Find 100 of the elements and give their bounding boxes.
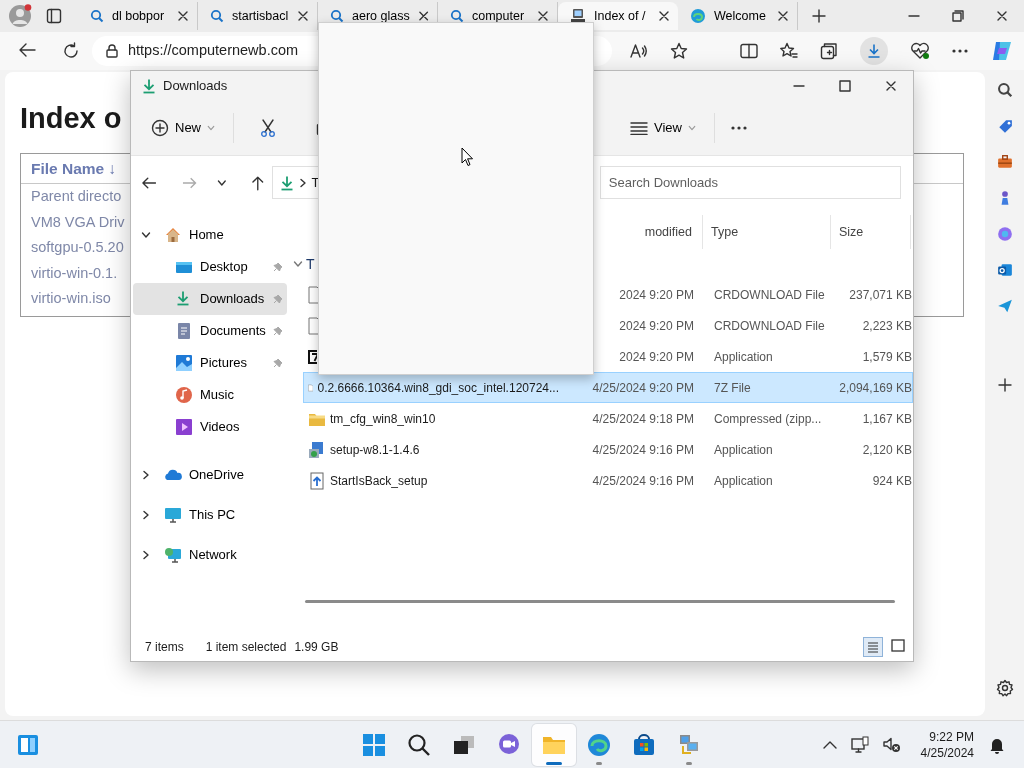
muted-volume-icon[interactable] [882,736,901,753]
nav-item[interactable]: OneDrive [133,459,287,491]
file-link[interactable]: Parent directo [31,188,122,205]
recent-locations-icon[interactable] [217,177,228,188]
nav-item[interactable]: Music [133,379,287,411]
group-header[interactable]: T [306,253,315,275]
downloads-button[interactable] [860,37,888,65]
favorites-icon[interactable] [780,42,798,60]
details-view-button[interactable] [863,637,883,657]
close-icon [177,10,189,22]
new-button[interactable]: New [143,110,223,146]
search-field[interactable]: Search Downloads [599,166,901,199]
new-tab-icon[interactable] [812,9,826,23]
chevron-icon [141,470,151,480]
more-icon[interactable] [731,126,747,130]
nav-item[interactable]: Documents [133,315,287,347]
toolbox-icon[interactable] [996,154,1013,170]
network-computers-icon [677,732,701,757]
network-status-icon[interactable] [850,735,869,754]
chevron-icon [293,259,303,269]
close-icon [777,10,789,22]
restore-icon[interactable] [952,10,964,22]
split-screen-icon[interactable] [740,43,758,59]
add-icon[interactable] [997,378,1012,392]
nav-item[interactable]: Desktop [133,251,287,283]
installer-icon [308,471,326,490]
date-cell-text: 4/25/2024 9:16 PM [591,441,695,459]
search-icon [210,9,224,23]
scissors-icon[interactable] [260,119,276,137]
file-row[interactable]: tm_cfg_win8_win10 4/25/2024 9:18 PM Compressed (zipp... 1,167 KB [303,403,913,434]
file-row[interactable]: StartIsBack_setup 4/25/2024 9:16 PM Application 924 KB [303,465,913,496]
chevron-icon [300,177,307,188]
close-icon[interactable] [996,10,1008,22]
house-icon [164,226,182,244]
browser-tab[interactable]: Index of / [558,2,678,30]
nav-item[interactable]: Home [133,219,287,251]
send-icon[interactable] [996,298,1013,314]
size-cell-text: 1,579 KB [861,348,912,366]
nav-item[interactable]: Pictures [133,347,287,379]
column-header[interactable]: Type [711,222,739,242]
close-icon [297,10,309,22]
view-button[interactable]: View [622,110,704,146]
monitor-icon [164,506,182,524]
caret-icon [207,124,215,132]
search-icon [450,9,464,23]
nav-item[interactable]: This PC [133,499,287,531]
store-icon [632,732,656,757]
copilot-icon[interactable] [990,39,1014,63]
app-circle-icon[interactable] [996,226,1013,242]
nav-item[interactable]: Videos [133,411,287,443]
read-aloud-icon[interactable] [630,43,648,59]
clock[interactable]: 9:22 PM 4/25/2024 [920,728,974,761]
more-icon[interactable] [952,49,968,53]
nav-item[interactable]: Network [133,539,287,571]
column-header[interactable]: Size [839,222,864,242]
maximize-icon[interactable] [839,80,851,92]
date-cell-text: 4/25/2024 9:18 PM [591,410,695,428]
favorite-icon[interactable] [670,42,688,60]
folder-button[interactable] [532,723,576,766]
back-icon[interactable] [18,42,36,58]
caret-icon [688,124,696,132]
tiles-view-button[interactable] [889,637,907,655]
up-icon[interactable] [250,174,265,191]
date-cell-text: 2024 9:20 PM [618,317,695,335]
size-cell-text: 2,223 KB [861,317,912,335]
search-icon[interactable] [996,82,1013,98]
back-icon[interactable] [141,175,157,190]
close-icon[interactable] [885,80,897,92]
tab-actions-icon[interactable] [46,8,62,24]
refresh-icon[interactable] [62,42,80,60]
installer-icon [308,440,326,459]
browser-tab[interactable]: dl bobpor [78,2,198,30]
column-header[interactable]: modified [644,222,692,242]
file-row[interactable]: setup-w8.1-1.4.6 4/25/2024 9:16 PM Application 2,120 KB [303,434,913,465]
nav-item[interactable]: Downloads [133,283,287,315]
document-icon [175,322,193,340]
widgets-icon[interactable] [17,733,39,756]
file-row[interactable]: 0.2.6666.10364.win8_gdi_soc_intel.120724... 4/25/2024 9:20 PM 7Z File 2,094,169 KB [303,372,913,403]
show-hidden-icons-icon[interactable] [822,739,837,750]
collections-icon[interactable] [820,42,838,60]
search-icon [90,9,104,23]
profile-avatar[interactable] [8,4,32,28]
video-icon [175,418,193,436]
browser-tab[interactable]: startisbacl [198,2,318,30]
file-link[interactable]: virtio-win-0.1. [31,264,118,281]
date-cell-text: 4/25/2024 9:16 PM [591,472,695,490]
list-view-icon [866,640,880,654]
selection-size: 1.99 GB [294,639,339,656]
horizontal-scrollbar[interactable] [305,600,895,603]
browser-essentials-icon[interactable] [910,42,930,60]
file-link[interactable]: softgpu-0.5.20 [31,239,124,256]
date-cell-text: 2024 9:20 PM [618,348,695,366]
browser-tab[interactable]: Welcome [678,2,798,30]
mail-app-icon[interactable] [996,262,1013,278]
file-link[interactable]: VM8 VGA Driv [31,213,125,230]
chat-icon [497,732,521,757]
file-link[interactable]: virtio-win.iso [31,290,111,307]
download-icon [141,78,157,94]
settings-icon[interactable] [995,679,1014,697]
close-icon [537,10,549,22]
